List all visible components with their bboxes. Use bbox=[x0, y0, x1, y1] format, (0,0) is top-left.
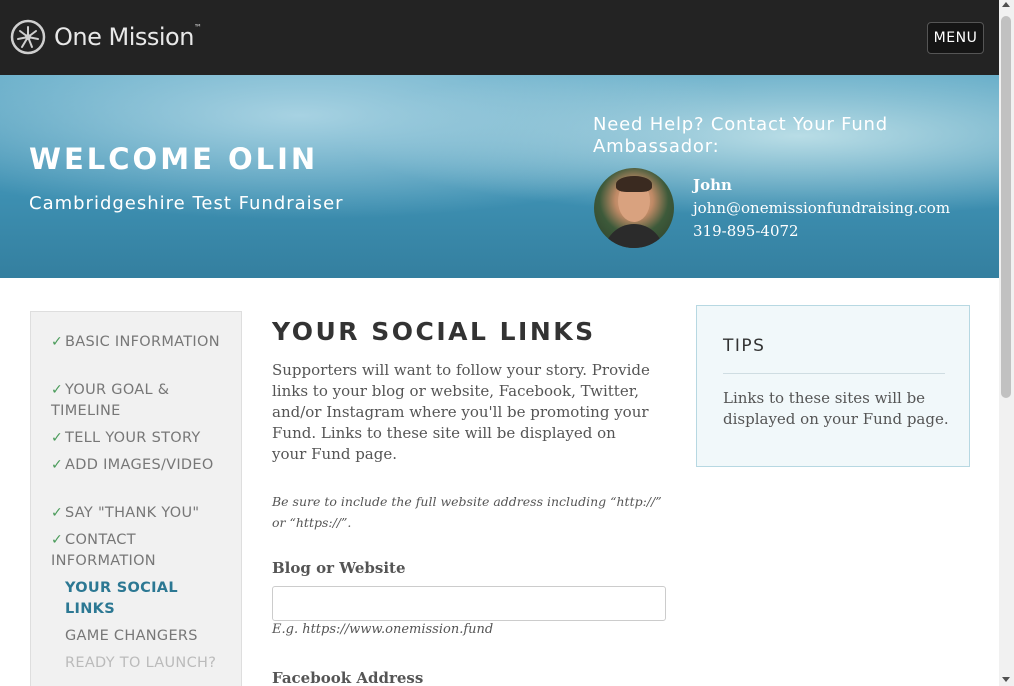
check-icon: ✓ bbox=[51, 505, 64, 521]
campaign-name: Cambridgeshire Test Fundraiser bbox=[29, 193, 344, 214]
top-bar: One Mission™ MENU bbox=[0, 0, 999, 75]
step-game-changers[interactable]: GAME CHANGERS bbox=[65, 626, 225, 647]
menu-button[interactable]: MENU bbox=[927, 22, 984, 54]
help-heading: Need Help? Contact Your Fund Ambassador: bbox=[593, 114, 888, 157]
logo-text: One Mission™ bbox=[54, 23, 202, 51]
logo[interactable]: One Mission™ bbox=[10, 19, 202, 55]
check-icon: ✓ bbox=[51, 334, 64, 350]
ambassador-phone-link[interactable]: 319-895-4072 bbox=[693, 222, 799, 240]
page-scrollbar[interactable] bbox=[999, 0, 1014, 686]
blog-website-input[interactable] bbox=[272, 586, 666, 621]
welcome-banner: WELCOME OLIN Cambridgeshire Test Fundrai… bbox=[0, 75, 999, 278]
ambassador-avatar bbox=[594, 168, 674, 248]
scroll-down-arrow-icon[interactable] bbox=[1002, 677, 1010, 682]
tips-divider bbox=[723, 373, 945, 374]
blog-example-hint: E.g. https://www.onemission.fund bbox=[272, 622, 494, 637]
check-icon: ✓ bbox=[51, 457, 64, 473]
step-basic-information[interactable]: ✓ BASIC INFORMATION bbox=[51, 332, 231, 353]
ambassador-name: John bbox=[693, 176, 732, 194]
tips-title: TIPS bbox=[723, 336, 766, 356]
check-icon: ✓ bbox=[51, 382, 64, 398]
step-social-links[interactable]: YOUR SOCIAL LINKS bbox=[65, 578, 225, 620]
intro-text: Supporters will want to follow your stor… bbox=[272, 361, 650, 463]
blog-field-label: Blog or Website bbox=[272, 559, 406, 577]
step-say-thank-you[interactable]: ✓ SAY "THANK YOU" bbox=[51, 503, 231, 524]
page-title: YOUR SOCIAL LINKS bbox=[272, 317, 596, 346]
scrollbar-thumb[interactable] bbox=[1001, 16, 1011, 398]
step-add-images-video[interactable]: ✓ ADD IMAGES/VIDEO bbox=[51, 455, 231, 476]
step-ready-to-launch: READY TO LAUNCH? bbox=[65, 655, 217, 671]
welcome-heading: WELCOME OLIN bbox=[29, 142, 319, 176]
tips-panel: TIPS Links to these sites will be displa… bbox=[696, 305, 970, 467]
check-icon: ✓ bbox=[51, 532, 64, 548]
step-contact-information[interactable]: ✓ CONTACT INFORMATION bbox=[51, 530, 231, 572]
check-icon: ✓ bbox=[51, 430, 64, 446]
url-format-note: Be sure to include the full website addr… bbox=[272, 494, 662, 530]
setup-steps-sidebar: ✓ BASIC INFORMATION ✓ YOUR GOAL & TIMELINE… bbox=[30, 311, 242, 686]
step-goal-timeline[interactable]: ✓ YOUR GOAL & TIMELINE bbox=[51, 380, 231, 422]
facebook-field-label: Facebook Address bbox=[272, 669, 424, 686]
tree-of-life-icon bbox=[10, 19, 46, 55]
step-tell-story[interactable]: ✓ TELL YOUR STORY bbox=[51, 428, 231, 449]
scroll-up-arrow-icon[interactable] bbox=[1002, 2, 1010, 7]
tips-text: Links to these sites will be displayed o… bbox=[723, 389, 949, 428]
ambassador-email-link[interactable]: john@onemissionfundraising.com bbox=[693, 199, 950, 217]
